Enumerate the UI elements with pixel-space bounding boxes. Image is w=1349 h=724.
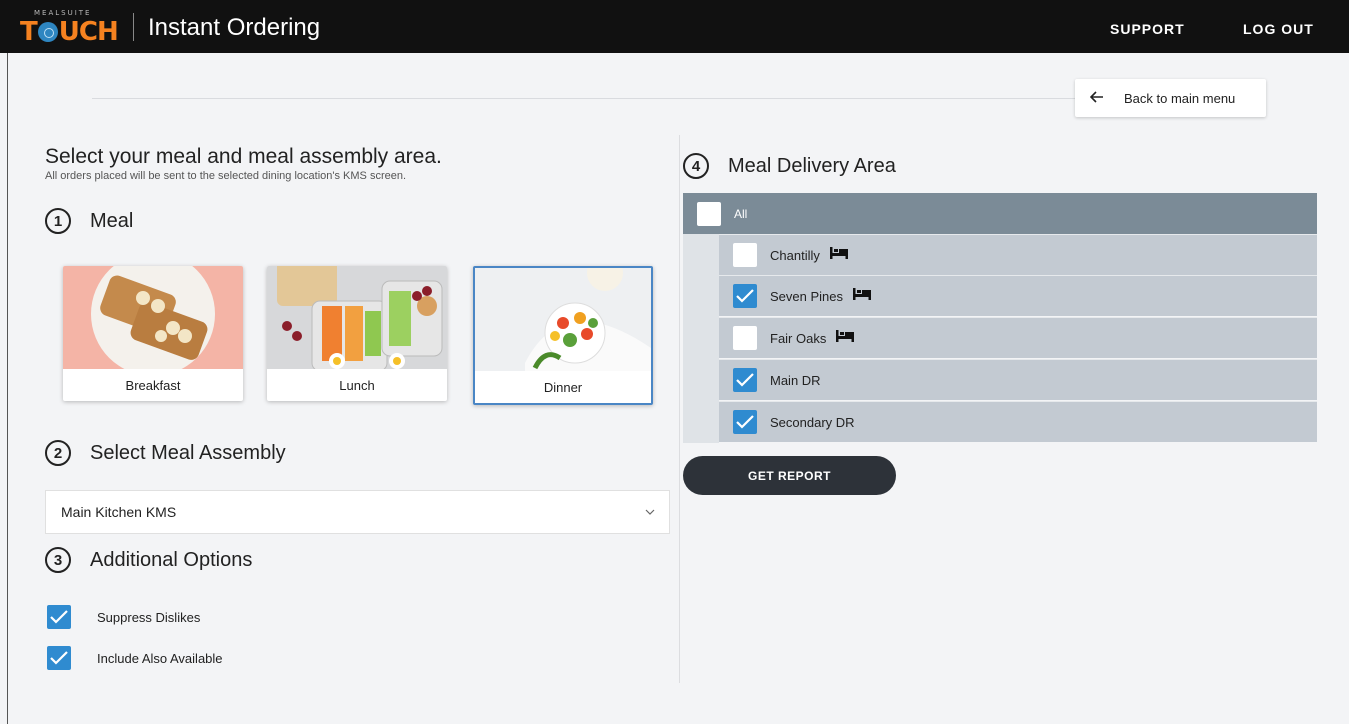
all-areas-checkbox[interactable]: [697, 201, 721, 226]
app-title: Instant Ordering: [148, 14, 321, 41]
delivery-area-row-secondary-dr[interactable]: Secondary DR: [719, 401, 1317, 442]
step-number: 2: [45, 440, 71, 466]
section-title-text: Select Meal Assembly: [90, 441, 286, 464]
option-label: Include Also Available: [97, 650, 223, 666]
step-number: 1: [45, 208, 71, 234]
delivery-indent: [683, 234, 719, 443]
frame-border: [7, 53, 8, 724]
delivery-area-row-chantilly[interactable]: Chantilly: [719, 234, 1317, 275]
area-label: Seven Pines: [770, 288, 843, 304]
page-subheading: All orders placed will be sent to the se…: [45, 170, 407, 182]
include-also-available-option: Include Also Available: [47, 646, 223, 670]
logo-small-text: MEALSUITE: [34, 9, 92, 17]
top-divider: [92, 98, 1082, 99]
meal-card-label: Breakfast: [125, 378, 181, 393]
delivery-area-row-seven-pines[interactable]: Seven Pines: [719, 275, 1317, 316]
arrow-left-icon: [1089, 90, 1104, 107]
suppress-dislikes-checkbox[interactable]: [47, 605, 71, 629]
mealsuite-touch-logo[interactable]: MEALSUITE T UCH: [20, 9, 126, 47]
area-label: Secondary DR: [770, 414, 855, 430]
select-value: Main Kitchen KMS: [61, 504, 177, 520]
breakfast-image: [63, 266, 243, 369]
area-label: Fair Oaks: [770, 330, 827, 346]
logo-text-end: UCH: [58, 17, 119, 47]
delivery-area-row-main-dr[interactable]: Main DR: [719, 359, 1317, 400]
meal-section-title: 1 Meal: [45, 208, 133, 234]
support-link[interactable]: SUPPORT: [1110, 21, 1185, 37]
section-title-text: Meal: [90, 209, 134, 232]
back-to-main-menu-button[interactable]: Back to main menu: [1075, 79, 1266, 117]
include-also-available-checkbox[interactable]: [47, 646, 71, 670]
step-number: 4: [683, 153, 709, 179]
area-checkbox[interactable]: [733, 410, 757, 434]
lunch-image: [267, 266, 447, 369]
area-checkbox[interactable]: [733, 243, 757, 267]
logo-text: T UCH: [20, 17, 119, 47]
meal-card-label: Dinner: [543, 380, 583, 395]
options-section-title: 3 Additional Options: [45, 547, 252, 573]
area-checkbox[interactable]: [733, 284, 757, 308]
area-label: Chantilly: [770, 247, 820, 263]
dinner-image: [475, 268, 651, 371]
step-number: 3: [45, 547, 71, 573]
section-title-text: Meal Delivery Area: [728, 154, 896, 177]
bed-icon: [853, 287, 871, 305]
logout-link[interactable]: LOG OUT: [1243, 21, 1314, 37]
bed-icon: [836, 329, 855, 347]
meal-card-label: Lunch: [339, 378, 375, 393]
meal-assembly-select[interactable]: Main Kitchen KMS: [45, 490, 670, 534]
meal-card-lunch[interactable]: Lunch: [267, 266, 447, 401]
back-button-label: Back to main menu: [1124, 90, 1236, 106]
suppress-dislikes-option: Suppress Dislikes: [47, 605, 200, 629]
meal-card-breakfast[interactable]: Breakfast: [63, 266, 243, 401]
delivery-area-all-row[interactable]: All: [683, 193, 1317, 234]
all-areas-label: All: [734, 206, 748, 221]
area-label: Main DR: [770, 372, 821, 388]
bed-icon: [829, 246, 848, 264]
area-checkbox[interactable]: [733, 326, 757, 350]
assembly-section-title: 2 Select Meal Assembly: [45, 440, 286, 466]
option-label: Suppress Dislikes: [97, 609, 201, 625]
header-divider: [133, 13, 134, 41]
chevron-down-icon: [645, 504, 655, 518]
meal-card-dinner[interactable]: Dinner: [473, 266, 653, 405]
logo-text-start: T: [20, 17, 38, 47]
top-bar: MEALSUITE T UCH Instant Ordering SUPPORT …: [0, 0, 1349, 53]
get-report-button[interactable]: GET REPORT: [683, 456, 896, 495]
column-divider: [679, 135, 680, 683]
page-heading: Select your meal and meal assembly area.: [45, 145, 442, 168]
section-title-text: Additional Options: [90, 548, 253, 571]
delivery-area-row-fair-oaks[interactable]: Fair Oaks: [719, 317, 1317, 358]
area-checkbox[interactable]: [733, 368, 757, 392]
delivery-section-title: 4 Meal Delivery Area: [683, 153, 896, 179]
logo-globe-icon: [37, 22, 58, 42]
